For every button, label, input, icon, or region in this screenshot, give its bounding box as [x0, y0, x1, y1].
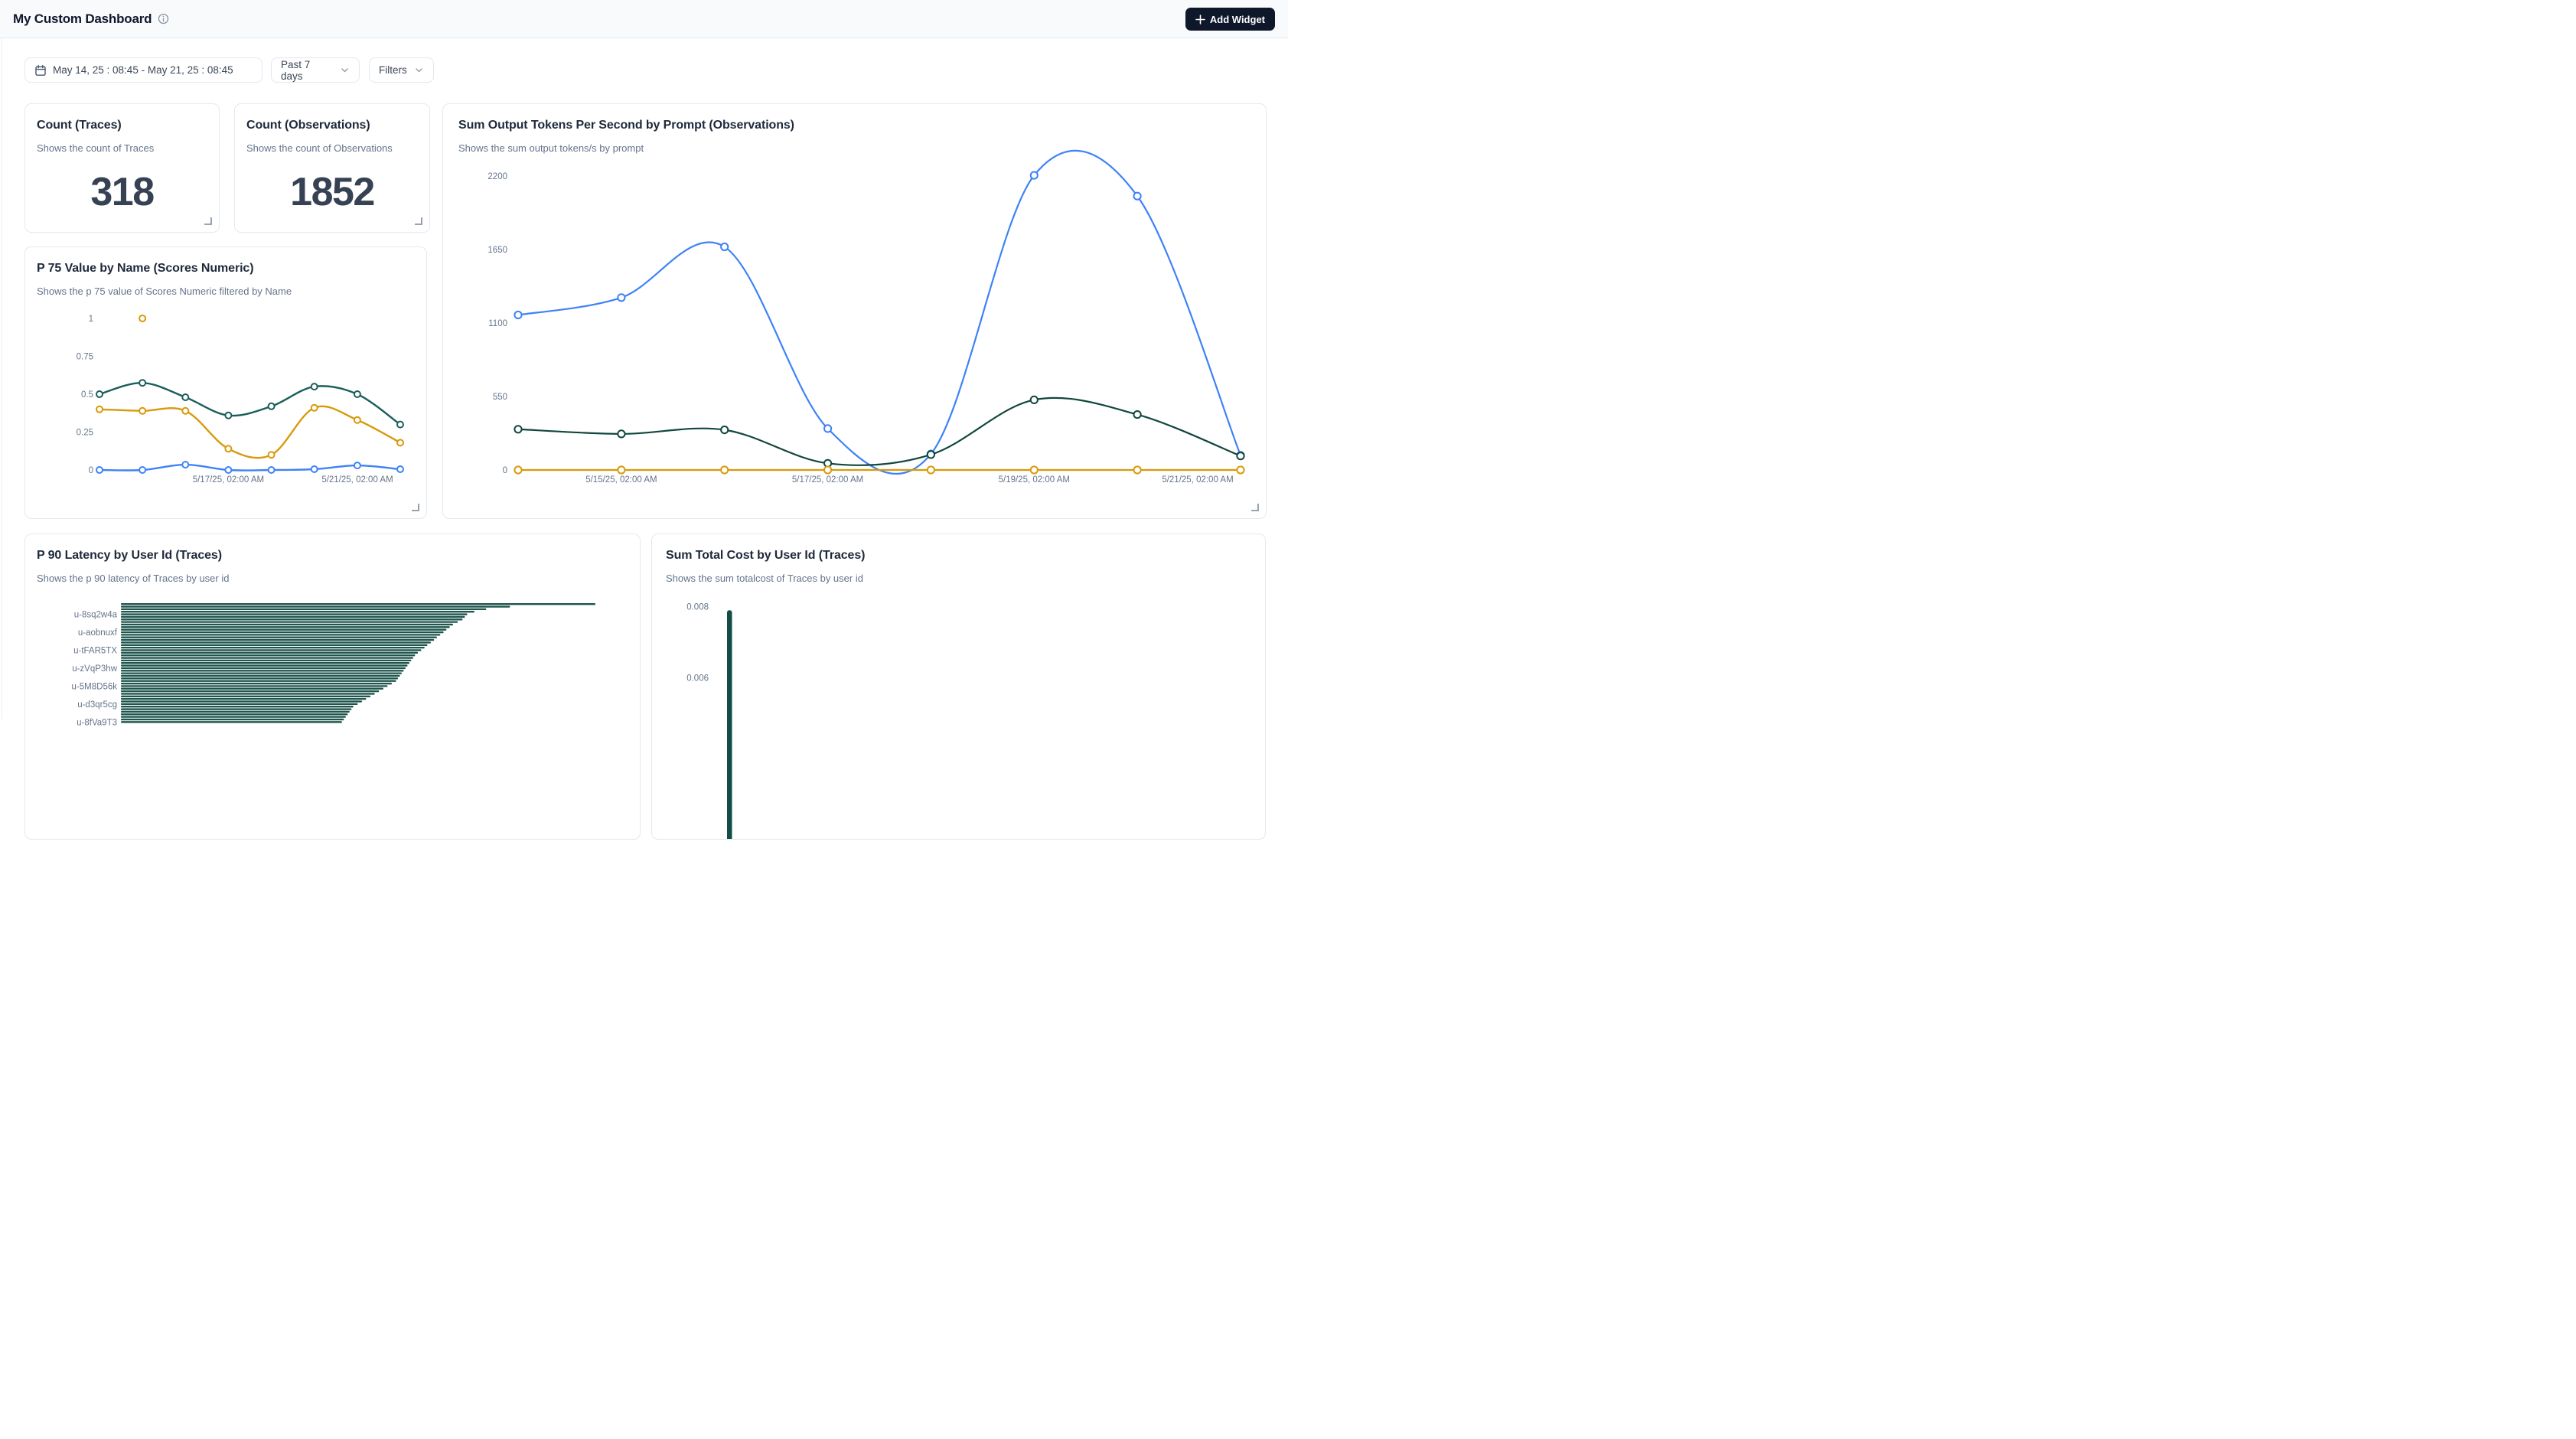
add-widget-label: Add Widget — [1210, 14, 1265, 25]
svg-text:u-tFAR5TX: u-tFAR5TX — [73, 647, 117, 656]
date-range-label: May 14, 25 : 08:45 - May 21, 25 : 08:45 — [53, 64, 233, 76]
resize-handle-icon[interactable] — [203, 216, 212, 225]
svg-text:550: 550 — [493, 393, 507, 402]
dashboard-page: { "header": { "title": "My Custom Dashbo… — [0, 0, 1288, 720]
add-widget-button[interactable]: Add Widget — [1185, 8, 1275, 31]
widget-card-p75-scores: P 75 Value by Name (Scores Numeric) Show… — [24, 246, 427, 519]
page-title: My Custom Dashboard — [13, 11, 152, 27]
resize-handle-icon[interactable] — [413, 216, 422, 225]
svg-text:u-zVqP3hw: u-zVqP3hw — [72, 664, 118, 674]
widget-card-p90-latency: P 90 Latency by User Id (Traces) Shows t… — [24, 534, 641, 840]
preset-dropdown[interactable]: Past 7 days — [271, 57, 360, 83]
svg-text:5/21/25, 02:00 AM: 5/21/25, 02:00 AM — [321, 475, 393, 485]
filters-dropdown[interactable]: Filters — [369, 57, 434, 83]
info-icon[interactable] — [158, 13, 169, 24]
svg-text:5/15/25, 02:00 AM: 5/15/25, 02:00 AM — [585, 475, 657, 485]
widget-card-total-cost: Sum Total Cost by User Id (Traces) Shows… — [651, 534, 1266, 840]
svg-text:2200: 2200 — [487, 172, 507, 181]
chevron-down-icon — [340, 65, 350, 75]
svg-text:1650: 1650 — [487, 246, 507, 255]
resize-handle-icon[interactable] — [410, 502, 419, 511]
resize-handle-icon[interactable] — [1250, 502, 1259, 511]
line-chart-p75-scores[interactable]: 0 0.25 0.5 0.75 1 5/17/25, 02:00 AM 5/21/25, 0… — [25, 247, 426, 518]
bar-chart-p90-latency[interactable]: u-8sq2w4a u-aobnuxf u-tFAR5TX u-zVqP3hw u-5M… — [25, 534, 640, 839]
svg-text:u-8sq2w4a: u-8sq2w4a — [74, 611, 118, 620]
preset-label: Past 7 days — [281, 59, 334, 82]
card-subtitle: Shows the count of Traces — [37, 142, 207, 154]
plus-icon — [1195, 15, 1205, 24]
svg-text:1100: 1100 — [488, 319, 507, 328]
svg-text:5/19/25, 02:00 AM: 5/19/25, 02:00 AM — [999, 475, 1070, 485]
svg-text:0.006: 0.006 — [686, 674, 709, 684]
svg-text:0.75: 0.75 — [77, 353, 93, 362]
svg-text:u-5M8D56k: u-5M8D56k — [72, 682, 118, 691]
svg-text:u-8fVa9T3: u-8fVa9T3 — [77, 718, 117, 727]
svg-text:0: 0 — [89, 466, 93, 475]
svg-text:u-aobnuxf: u-aobnuxf — [78, 628, 118, 638]
svg-text:u-d3qr5cg: u-d3qr5cg — [77, 700, 117, 710]
stat-value: 1852 — [235, 169, 429, 215]
svg-text:0.008: 0.008 — [686, 603, 709, 612]
svg-text:5/17/25, 02:00 AM: 5/17/25, 02:00 AM — [193, 475, 264, 485]
calendar-icon — [34, 64, 47, 77]
filters-label: Filters — [379, 64, 407, 76]
card-title: Count (Traces) — [37, 119, 207, 132]
widget-card-count-observations: Count (Observations) Shows the count of … — [234, 103, 430, 233]
svg-text:5/21/25, 02:00 AM: 5/21/25, 02:00 AM — [1162, 475, 1233, 485]
svg-text:5/17/25, 02:00 AM: 5/17/25, 02:00 AM — [792, 475, 863, 485]
svg-text:0.25: 0.25 — [77, 429, 93, 438]
widget-card-tokens-by-prompt: Sum Output Tokens Per Second by Prompt (… — [442, 103, 1267, 519]
date-range-button[interactable]: May 14, 25 : 08:45 - May 21, 25 : 08:45 — [24, 57, 262, 83]
svg-text:0: 0 — [503, 466, 507, 475]
svg-text:1: 1 — [89, 315, 93, 324]
line-chart-tokens-by-prompt[interactable]: 0 550 1100 1650 2200 5/15/25, 02:00 AM 5/17/25… — [443, 104, 1266, 518]
stat-value: 318 — [25, 169, 219, 215]
card-subtitle: Shows the count of Observations — [246, 142, 418, 154]
widget-card-count-traces: Count (Traces) Shows the count of Traces… — [24, 103, 220, 233]
card-title: Count (Observations) — [246, 119, 418, 132]
bar-chart-total-cost[interactable]: 0.008 0.006 — [652, 534, 1265, 839]
svg-text:0.5: 0.5 — [81, 390, 93, 400]
page-header: My Custom Dashboard Add Widget — [0, 0, 1288, 38]
chevron-down-icon — [414, 65, 424, 75]
